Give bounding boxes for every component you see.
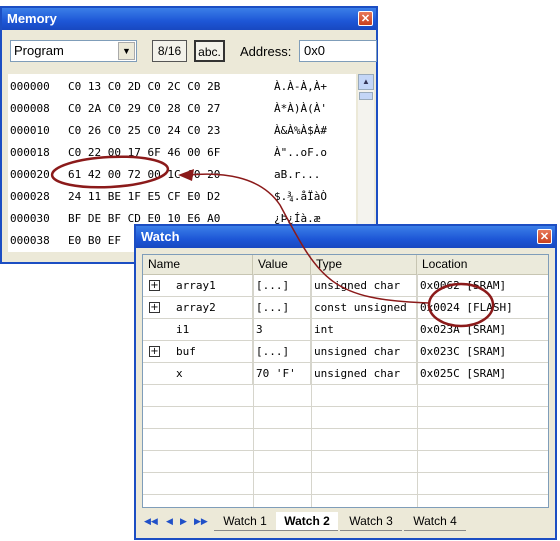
watch-cell-value: [...] xyxy=(253,341,311,362)
watch-row[interactable]: + array2 [...] const unsigned 0x0024 [FLASH] xyxy=(143,297,548,319)
prev-icon[interactable]: ◀ xyxy=(166,516,173,527)
watch-cell-type: unsigned char xyxy=(311,341,417,362)
memory-row-addr: 000010 xyxy=(10,124,50,137)
empty-row xyxy=(143,407,548,429)
watch-cell-type: int xyxy=(311,319,417,340)
empty-row xyxy=(143,385,548,407)
watch-titlebar[interactable]: Watch ✕ xyxy=(136,226,555,248)
expand-icon[interactable]: + xyxy=(149,302,160,313)
watch-cell-name: array2 xyxy=(173,297,253,318)
memory-row-bytes: C0 22 00 17 6F 46 00 6F xyxy=(68,146,221,159)
column-divider xyxy=(417,274,418,507)
watch-row[interactable]: i1 3 int 0x023A [SRAM] xyxy=(143,319,548,341)
memory-row-ascii: À*À)À(À' xyxy=(274,102,327,115)
memory-row-ascii: aB.r... xyxy=(274,168,327,181)
empty-row xyxy=(143,429,548,451)
memory-row-ascii: À&À%À$À# xyxy=(274,124,327,137)
memory-title: Memory xyxy=(7,11,57,26)
memory-row-addr: 000008 xyxy=(10,102,50,115)
watch-cell-location: 0x0062 [SRAM] xyxy=(417,275,548,296)
expand-icon[interactable]: + xyxy=(149,346,160,357)
tab-watch-1[interactable]: Watch 1 xyxy=(214,512,276,531)
watch-tabs-bar: ◀◀ ◀ ▶ ▶▶ Watch 1 Watch 2 Watch 3 Watch … xyxy=(142,510,549,532)
column-divider xyxy=(311,274,312,507)
memory-row-addr: 000020 xyxy=(10,168,50,181)
memory-type-value: Program xyxy=(14,43,64,58)
memory-row-bytes: C0 26 C0 25 C0 24 C0 23 xyxy=(68,124,221,137)
memory-row-bytes: C0 2A C0 29 C0 28 C0 27 xyxy=(68,102,221,115)
watch-cell-name: buf xyxy=(173,341,253,362)
empty-row xyxy=(143,495,548,507)
address-input[interactable]: 0x0 xyxy=(299,40,377,62)
watch-window: Watch ✕ Name Value Type Location + array1… xyxy=(134,224,557,540)
memory-row-addr: 000030 xyxy=(10,212,50,225)
address-label: Address: xyxy=(240,44,292,59)
watch-cell-location: 0x023A [SRAM] xyxy=(417,319,548,340)
tab-watch-3[interactable]: Watch 3 xyxy=(340,512,402,531)
memory-row-addr: 000018 xyxy=(10,146,50,159)
next-icon[interactable]: ▶ xyxy=(180,516,187,527)
watch-cell-name: array1 xyxy=(173,275,253,296)
watch-cell-value: [...] xyxy=(253,275,311,296)
memory-row-bytes: 24 11 BE 1F E5 CF E0 D2 xyxy=(68,190,221,203)
scroll-up-icon[interactable]: ▲ xyxy=(358,74,374,90)
column-divider xyxy=(253,274,254,507)
watch-cell-name: x xyxy=(173,363,253,384)
memory-row-ascii: À"..oF.o xyxy=(274,146,327,159)
watch-grid-header: Name Value Type Location xyxy=(143,255,548,275)
watch-cell-value: 70 'F' xyxy=(253,363,311,384)
memory-row-bytes: E0 B0 EF xyxy=(68,234,121,247)
memory-row-addr: 000000 xyxy=(10,80,50,93)
empty-row xyxy=(143,473,548,495)
memory-toolbar: Program ▼ 8/16 abc. Address: 0x0 xyxy=(8,38,377,64)
column-header-name[interactable]: Name xyxy=(143,255,253,274)
column-header-location[interactable]: Location xyxy=(417,255,548,274)
memory-titlebar[interactable]: Memory ✕ xyxy=(2,8,376,30)
memory-row-bytes: 61 42 00 72 00 1C 00 20 xyxy=(68,168,221,181)
tab-watch-4[interactable]: Watch 4 xyxy=(404,512,466,531)
tab-watch-2[interactable]: Watch 2 xyxy=(276,512,338,531)
expand-icon[interactable]: + xyxy=(149,280,160,291)
watch-row[interactable]: + buf [...] unsigned char 0x023C [SRAM] xyxy=(143,341,548,363)
watch-row[interactable]: x 70 'F' unsigned char 0x025C [SRAM] xyxy=(143,363,548,385)
watch-cell-type: unsigned char xyxy=(311,363,417,384)
memory-row-ascii: À.À-À,À+ xyxy=(274,80,327,93)
ascii-toggle-button[interactable]: abc. xyxy=(194,40,225,62)
last-icon[interactable]: ▶▶ xyxy=(194,516,208,527)
word-size-button[interactable]: 8/16 xyxy=(152,40,187,62)
close-icon[interactable]: ✕ xyxy=(358,11,373,26)
watch-cell-type: unsigned char xyxy=(311,275,417,296)
watch-cell-value: [...] xyxy=(253,297,311,318)
first-icon[interactable]: ◀◀ xyxy=(144,516,158,527)
watch-cell-location: 0x025C [SRAM] xyxy=(417,363,548,384)
watch-cell-value: 3 xyxy=(253,319,311,340)
memory-row-bytes: C0 13 C0 2D C0 2C C0 2B xyxy=(68,80,221,93)
watch-title: Watch xyxy=(141,229,180,244)
watch-row[interactable]: + array1 [...] unsigned char 0x0062 [SRAM] xyxy=(143,275,548,297)
scroll-thumb[interactable] xyxy=(359,92,373,100)
memory-type-select[interactable]: Program ▼ xyxy=(10,40,137,62)
close-icon[interactable]: ✕ xyxy=(537,229,552,244)
watch-cell-type: const unsigned xyxy=(311,297,417,318)
chevron-down-icon[interactable]: ▼ xyxy=(118,42,135,60)
watch-cell-name: i1 xyxy=(173,319,253,340)
empty-row xyxy=(143,451,548,473)
column-header-value[interactable]: Value xyxy=(253,255,311,274)
memory-row-addr: 000028 xyxy=(10,190,50,203)
watch-grid: Name Value Type Location + array1 [...] uns… xyxy=(142,254,549,508)
memory-row-ascii: $.¾.åÏàÒ xyxy=(274,190,327,203)
memory-row-addr: 000038 xyxy=(10,234,50,247)
watch-cell-location: 0x0024 [FLASH] xyxy=(417,297,548,318)
watch-cell-location: 0x023C [SRAM] xyxy=(417,341,548,362)
column-header-type[interactable]: Type xyxy=(311,255,417,274)
